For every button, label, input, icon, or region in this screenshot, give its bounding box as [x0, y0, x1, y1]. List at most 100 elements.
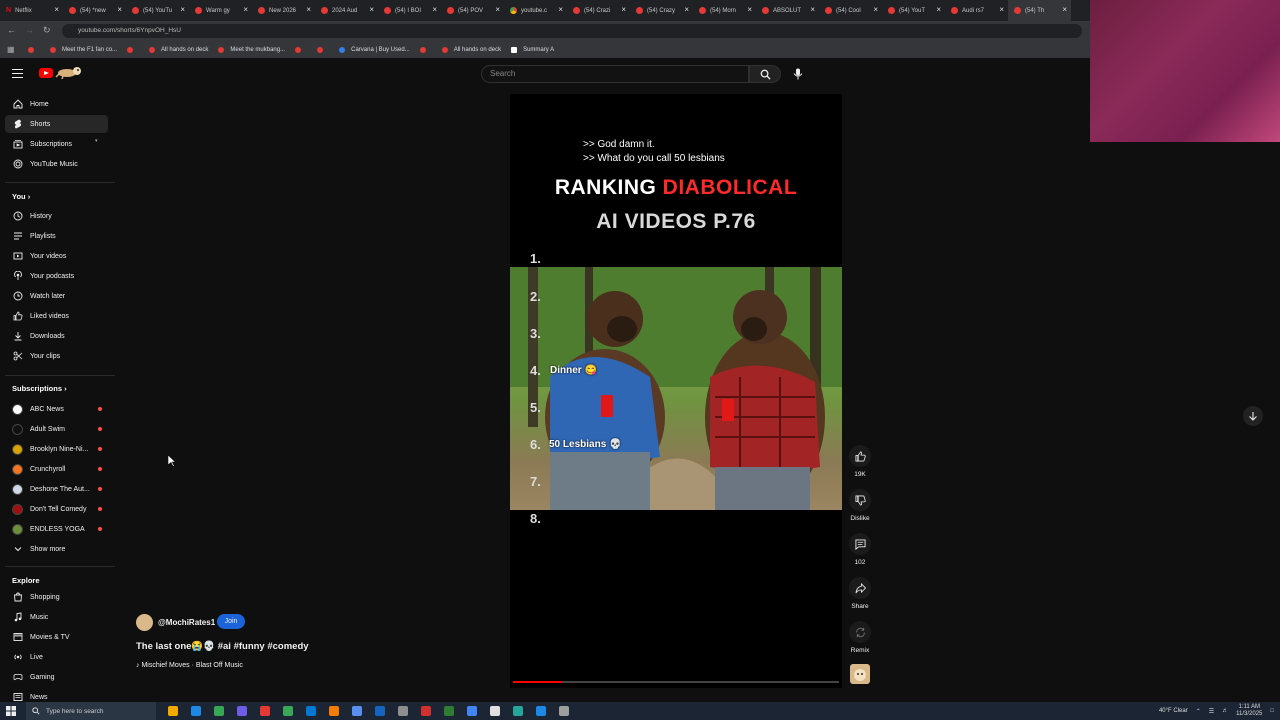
store-icon[interactable] — [352, 706, 362, 716]
close-tab-icon[interactable]: × — [1062, 5, 1067, 14]
reload-icon[interactable]: ↻ — [43, 25, 51, 36]
back-icon[interactable]: ← — [7, 25, 16, 35]
subscription-item[interactable]: Crunchyroll — [5, 460, 108, 478]
search-button[interactable] — [749, 65, 781, 83]
youtube-logo-icon[interactable] — [39, 68, 53, 78]
short-title[interactable]: The last one😭💀 #ai #funny #comedy — [136, 641, 309, 652]
channel-handle[interactable]: @MochiRates1 — [158, 618, 215, 627]
voice-search-button[interactable] — [788, 65, 808, 83]
chrome-icon[interactable] — [214, 706, 224, 716]
browser-tab[interactable]: New 2026 × — [252, 0, 315, 21]
close-tab-icon[interactable]: × — [432, 5, 437, 14]
subscription-item[interactable]: Adult Swim — [5, 420, 108, 438]
sidebar-item[interactable]: Home — [5, 95, 108, 113]
bookmark-item[interactable]: Meet the F1 fan co... — [50, 46, 117, 53]
mail-icon[interactable] — [306, 706, 316, 716]
browser-tab[interactable]: N Netflix × — [0, 0, 63, 21]
browser-tab[interactable]: 2024 Aud × — [315, 0, 378, 21]
sidebar-item[interactable]: Liked videos — [5, 307, 108, 325]
close-tab-icon[interactable]: × — [54, 5, 59, 14]
photos-icon[interactable] — [375, 706, 385, 716]
subscription-item[interactable]: Deshone The Aut... — [5, 480, 108, 498]
settings-icon[interactable] — [398, 706, 408, 716]
browser-tab[interactable]: youtube.c × — [504, 0, 567, 21]
bookmark-item[interactable] — [317, 46, 329, 53]
like-action[interactable]: 19K — [845, 445, 875, 478]
join-button[interactable]: Join — [217, 614, 245, 629]
sidebar-item[interactable]: Watch later — [5, 287, 108, 305]
close-tab-icon[interactable]: × — [558, 5, 563, 14]
remix-action[interactable]: Remix — [845, 621, 875, 654]
sidebar-item[interactable]: Shorts — [5, 115, 108, 133]
sidebar-section-you[interactable]: You › — [12, 192, 30, 201]
browser-tab[interactable]: (54) Morn × — [693, 0, 756, 21]
close-tab-icon[interactable]: × — [495, 5, 500, 14]
subscription-item[interactable]: ABC News — [5, 400, 108, 418]
browser-tab[interactable]: Warm gy × — [189, 0, 252, 21]
remix-button[interactable] — [849, 621, 871, 643]
opera-icon[interactable] — [260, 706, 270, 716]
youtube-app-icon[interactable] — [421, 706, 431, 716]
clock[interactable]: 1:11 AM 11/3/2025 — [1236, 704, 1262, 718]
sound-thumbnail[interactable] — [850, 664, 870, 684]
share-button[interactable] — [849, 577, 871, 599]
edge-icon[interactable] — [191, 706, 201, 716]
sidebar-item[interactable]: Gaming — [5, 668, 108, 686]
close-tab-icon[interactable]: × — [306, 5, 311, 14]
close-tab-icon[interactable]: × — [243, 5, 248, 14]
browser-tab[interactable]: ABSOLUT × — [756, 0, 819, 21]
terminal-icon[interactable] — [559, 706, 569, 716]
sidebar-item[interactable]: Music — [5, 608, 108, 626]
subscriptions-dropdown-icon[interactable]: ▾ — [95, 138, 98, 144]
browser-tab[interactable]: Audi rs7 × — [945, 0, 1008, 21]
close-tab-icon[interactable]: × — [117, 5, 122, 14]
copilot-icon[interactable] — [168, 706, 178, 716]
dislike-button[interactable] — [849, 489, 871, 511]
sidebar-item[interactable]: Playlists — [5, 227, 108, 245]
sidebar-item[interactable]: Your podcasts — [5, 267, 108, 285]
bookmark-item[interactable] — [419, 46, 432, 53]
bookmark-item[interactable]: All hands on deck — [149, 46, 208, 53]
sidebar-item[interactable]: History — [5, 207, 108, 225]
pycharm-icon[interactable] — [513, 706, 523, 716]
comments-action[interactable]: 102 — [845, 533, 875, 566]
browser-tab[interactable]: (54) I BOI × — [378, 0, 441, 21]
subscription-item[interactable]: Brooklyn Nine-Ni... — [5, 440, 108, 458]
browser-tab[interactable]: (54) Crazy × — [630, 0, 693, 21]
network-icon[interactable]: ☰ — [1209, 708, 1214, 715]
apps-grid-icon[interactable]: ▦ — [7, 45, 15, 54]
bookmark-item[interactable]: All hands on deck — [441, 46, 501, 53]
channel-avatar[interactable] — [136, 614, 153, 631]
close-tab-icon[interactable]: × — [621, 5, 626, 14]
next-video-button[interactable] — [1243, 406, 1263, 426]
forward-icon[interactable]: → — [25, 25, 34, 35]
sidebar-item[interactable]: YouTube Music — [5, 155, 108, 173]
sidebar-item[interactable]: Downloads — [5, 327, 108, 345]
sidebar-item[interactable]: Your clips — [5, 347, 108, 365]
steam-icon[interactable] — [490, 706, 500, 716]
browser-tab[interactable]: (54) YouT × — [882, 0, 945, 21]
sidebar-section-subscriptions[interactable]: Subscriptions › — [12, 384, 67, 393]
browser-tab[interactable]: (54) Crazi × — [567, 0, 630, 21]
music-credit[interactable]: ♪ Mischief Moves · Blast Off Music — [136, 662, 243, 669]
share-action[interactable]: Share — [845, 577, 875, 610]
close-tab-icon[interactable]: × — [180, 5, 185, 14]
progress-track[interactable] — [513, 681, 839, 683]
close-tab-icon[interactable]: × — [873, 5, 878, 14]
weather-widget[interactable]: 40°F Clear — [1159, 708, 1188, 714]
shorts-video-player[interactable]: >> God damn it. >> What do you call 50 l… — [510, 94, 842, 688]
dislike-action[interactable]: Dislike — [845, 489, 875, 522]
excel-icon[interactable] — [444, 706, 454, 716]
browser-tab[interactable]: (54) Th × — [1008, 0, 1071, 21]
close-tab-icon[interactable]: × — [369, 5, 374, 14]
vscode-icon[interactable] — [536, 706, 546, 716]
close-tab-icon[interactable]: × — [810, 5, 815, 14]
notifications-icon[interactable]: □ — [1270, 708, 1274, 714]
tray-chevron-icon[interactable]: ⌃ — [1196, 708, 1201, 715]
volume-icon[interactable]: ♬ — [1222, 708, 1228, 714]
snip-icon[interactable] — [283, 706, 293, 716]
url-bar[interactable]: youtube.com/shorts/6YnpvOH_HsU — [62, 24, 1082, 38]
show-more-button[interactable]: Show more — [5, 540, 108, 558]
taskbar-search-box[interactable]: Type here to search — [26, 702, 156, 720]
sidebar-item[interactable]: Subscriptions — [5, 135, 108, 153]
